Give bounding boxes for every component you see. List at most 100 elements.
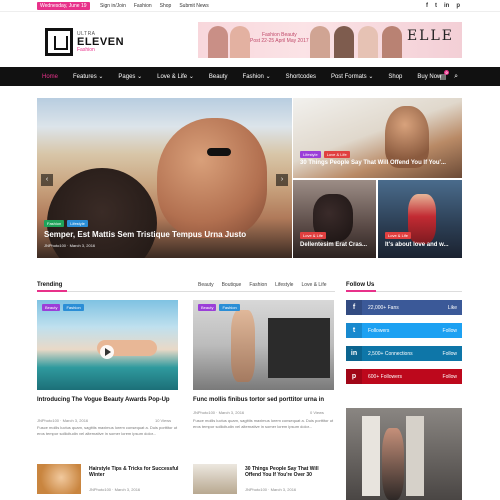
banner-text: Fashion Beauty Post 22-25 April May 2017: [250, 32, 309, 44]
post-tag[interactable]: Fashion: [63, 304, 84, 311]
nav-item-love-life[interactable]: Love & Life ⌄: [157, 73, 194, 80]
linkedin-count: 2,500+: [368, 350, 384, 357]
post-tag[interactable]: Fashion: [44, 220, 65, 227]
category-tabs: Beauty Boutique Fashion Lifestyle Love &…: [198, 282, 327, 288]
follow-heading: Follow Us: [346, 282, 375, 288]
nav-item-shop[interactable]: Shop: [388, 74, 402, 80]
twitter-follow-row[interactable]: t Followers Follow: [346, 323, 462, 338]
header-ad-banner[interactable]: Fashion Beauty Post 22-25 April May 2017…: [198, 22, 462, 58]
logo-sub-text: Fashion: [77, 46, 95, 53]
logo-mark-icon: [45, 28, 73, 56]
section-underline: [346, 290, 376, 292]
cart-icon[interactable]: ▤ 0: [439, 69, 449, 81]
cart-count: 0: [444, 69, 449, 75]
small-post-title[interactable]: 30 Things People Say That Will Offend Yo…: [245, 466, 335, 478]
post-tag[interactable]: Lifestyle: [300, 151, 321, 158]
nav-item-beauty[interactable]: Beauty: [209, 74, 228, 80]
nav-item-post-formats[interactable]: Post Formats ⌄: [331, 73, 373, 80]
logo-big-text: ELEVEN: [77, 35, 125, 48]
top-bar: Wednesday, June 19 Sign in/Join Fashion …: [0, 0, 500, 12]
site-logo[interactable]: ULTRA ELEVEN Fashion: [45, 28, 124, 56]
hero-card-title[interactable]: 30 Things People Say That Will Offend Yo…: [300, 160, 446, 166]
post-thumbnail[interactable]: Beauty Fashion: [193, 300, 334, 390]
nav-item-home[interactable]: Home: [42, 74, 58, 80]
tab-boutique[interactable]: Boutique: [222, 282, 242, 288]
hero-card-title[interactable]: Dellentesim Erat Cras...: [300, 242, 367, 248]
tab-fashion[interactable]: Fashion: [249, 282, 267, 288]
facebook-count: 22,000+: [368, 304, 387, 311]
post-image-background: [268, 318, 330, 378]
hero-image-woman: [157, 118, 267, 238]
top-social-icons: f t in p: [426, 2, 460, 10]
sidebar-ad-image[interactable]: [346, 408, 462, 500]
shop-link[interactable]: Shop: [160, 2, 172, 10]
post-tag[interactable]: Love & Life: [323, 151, 350, 158]
post-meta: JNPhoto100 · March 3, 2016: [193, 410, 245, 415]
banner-model-image: [334, 26, 354, 58]
linkedin-icon[interactable]: in: [444, 2, 449, 10]
twitter-label: Followers: [368, 327, 390, 334]
nav-item-buy-now[interactable]: Buy Now: [417, 74, 441, 80]
submit-news-link[interactable]: Submit News: [179, 2, 208, 10]
banner-model-image: [208, 26, 228, 58]
hero-next-button[interactable]: ›: [276, 174, 288, 186]
post-tag[interactable]: Beauty: [198, 304, 217, 311]
pinterest-follow-row[interactable]: p 600+ Followers Follow: [346, 369, 462, 384]
nav-item-features[interactable]: Features ⌄: [73, 73, 103, 80]
hero-card-title[interactable]: It's about love and w...: [385, 242, 449, 248]
twitter-follow-button[interactable]: Follow: [443, 328, 457, 334]
small-post-meta: JNPhoto100 · March 3, 2016: [89, 487, 141, 492]
hero-prev-button[interactable]: ‹: [41, 174, 53, 186]
small-post-title[interactable]: Hairstyle Tips & Tricks for Successful W…: [89, 466, 179, 478]
post-tag[interactable]: Lifestyle: [67, 220, 88, 227]
sidebar-image-model: [382, 428, 404, 500]
tab-love-life[interactable]: Love & Life: [301, 282, 326, 288]
banner-model-image: [230, 26, 250, 58]
hero-title[interactable]: Semper, Est Mattis Sem Tristique Tempus …: [44, 230, 246, 239]
search-icon[interactable]: ⌕: [454, 73, 458, 81]
post-title[interactable]: Introducing The Vogue Beauty Awards Pop-…: [37, 397, 182, 404]
post-image-model: [231, 310, 255, 382]
linkedin-follow-row[interactable]: in 2,500+ Connections Follow: [346, 346, 462, 361]
post-excerpt: Fusce mollis luctus quam, sagittis maxim…: [193, 418, 334, 429]
fashion-link[interactable]: Fashion: [134, 2, 152, 10]
pinterest-label: Followers: [380, 373, 403, 380]
hero-image-sunglasses: [207, 148, 231, 156]
pinterest-follow-button[interactable]: Follow: [443, 374, 457, 380]
hero-card-top-right[interactable]: Lifestyle Love & Life 30 Things People S…: [293, 98, 462, 178]
hero-meta: JNPhoto100 · March 3, 2016: [44, 243, 96, 248]
post-tag[interactable]: Fashion: [219, 304, 240, 311]
banner-line2: Post 22-25 April May 2017: [250, 38, 309, 44]
post-tag[interactable]: Beauty: [42, 304, 61, 311]
hero-card-bottom-right[interactable]: Love & Life It's about love and w...: [378, 180, 462, 258]
nav-item-shortcodes[interactable]: Shortcodes: [286, 74, 316, 80]
pinterest-icon[interactable]: p: [456, 2, 460, 10]
date-badge: Wednesday, June 19: [37, 2, 90, 10]
facebook-like-button[interactable]: Like: [448, 305, 457, 311]
post-title[interactable]: Func mollis finibus tortor sed porttitor…: [193, 397, 338, 404]
post-tag[interactable]: Love & Life: [300, 232, 327, 239]
post-tag[interactable]: Love & Life: [385, 232, 412, 239]
post-thumbnail[interactable]: Beauty Fashion: [37, 300, 178, 390]
twitter-icon[interactable]: t: [435, 2, 437, 10]
play-icon[interactable]: [100, 345, 114, 359]
nav-item-pages[interactable]: Pages ⌄: [118, 73, 142, 80]
tab-beauty[interactable]: Beauty: [198, 282, 214, 288]
tab-lifestyle[interactable]: Lifestyle: [275, 282, 293, 288]
main-navigation: Home Features ⌄ Pages ⌄ Love & Life ⌄ Be…: [0, 67, 500, 86]
facebook-follow-row[interactable]: f 22,000+ Fans Like: [346, 300, 462, 315]
small-post-thumbnail[interactable]: [193, 464, 237, 494]
sidebar-image-panel: [406, 416, 424, 496]
top-links: Sign in/Join Fashion Shop Submit News: [100, 2, 209, 10]
linkedin-follow-button[interactable]: Follow: [443, 351, 457, 357]
hero-card-bottom-left[interactable]: Love & Life Dellentesim Erat Cras...: [293, 180, 376, 258]
nav-item-fashion[interactable]: Fashion ⌄: [243, 73, 271, 80]
small-post-thumbnail[interactable]: [37, 464, 81, 494]
sign-in-link[interactable]: Sign in/Join: [100, 2, 126, 10]
hero-main-post[interactable]: ‹ › Fashion Lifestyle Semper, Est Mattis…: [37, 98, 292, 258]
facebook-icon[interactable]: f: [426, 2, 428, 10]
small-post-meta: JNPhoto100 · March 3, 2016: [245, 487, 297, 492]
post-excerpt: Fusce mollis luctus quam, sagittis maxim…: [37, 425, 178, 436]
banner-model-image: [382, 26, 402, 58]
banner-model-image: [310, 26, 330, 58]
